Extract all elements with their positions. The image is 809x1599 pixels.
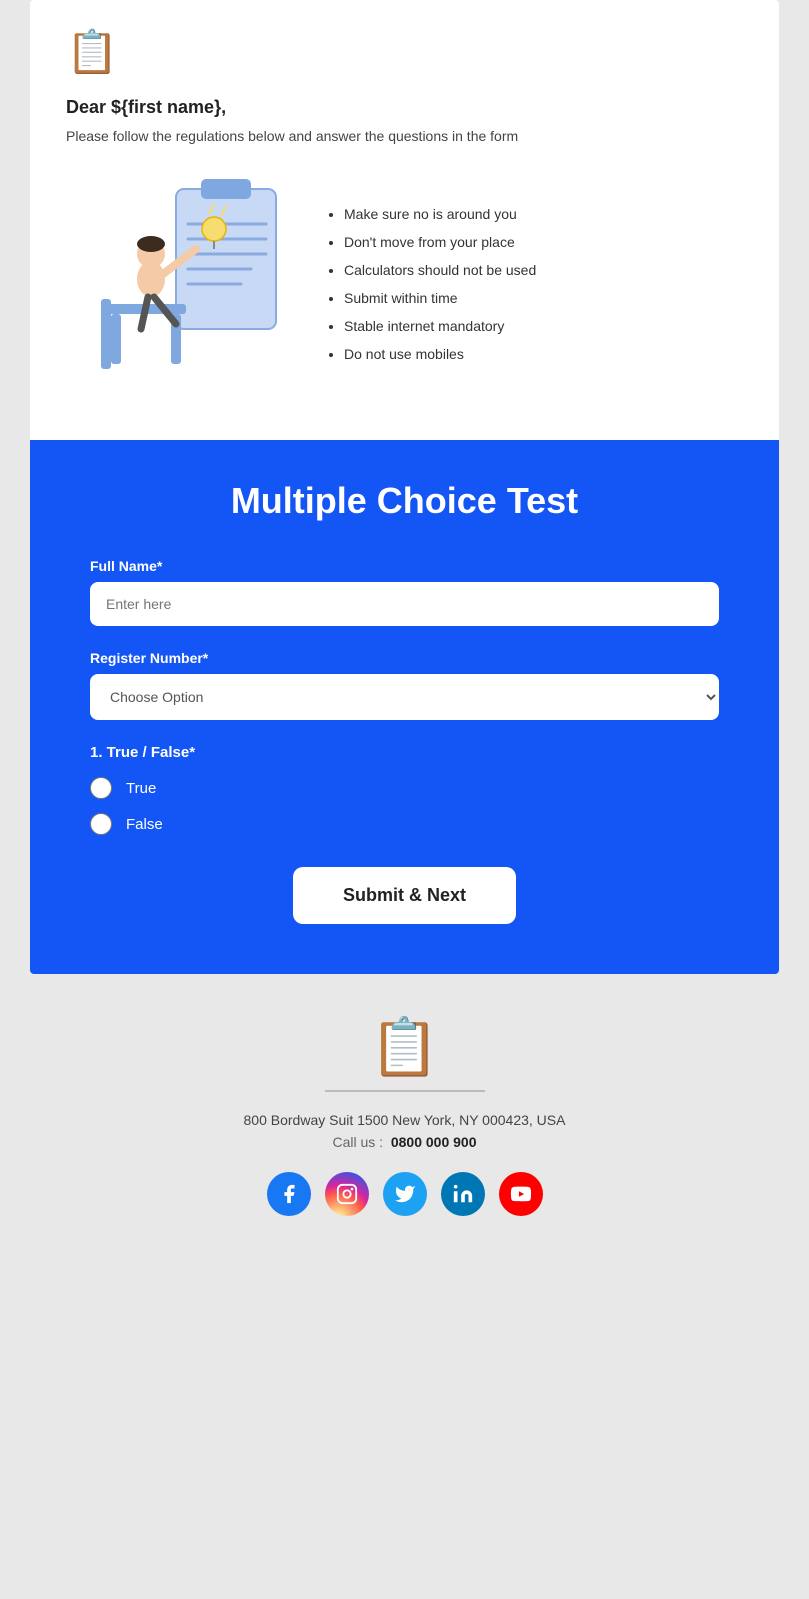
question1-label: 1. True / False* (90, 744, 719, 761)
rules-list: Make sure no is around you Don't move fr… (326, 200, 536, 368)
footer-divider (325, 1090, 485, 1092)
rule-item-5: Stable internet mandatory (344, 312, 536, 340)
rule-item-1: Make sure no is around you (344, 200, 536, 228)
footer-call-prefix: Call us : (333, 1134, 384, 1150)
rule-item-6: Do not use mobiles (344, 340, 536, 368)
footer-phone: Call us : 0800 000 900 (20, 1134, 789, 1150)
fullname-label: Full Name* (90, 558, 719, 574)
main-card: 📋 Dear ${first name}, Please follow the … (30, 0, 779, 974)
subtext: Please follow the regulations below and … (66, 128, 743, 144)
instagram-icon[interactable] (325, 1172, 369, 1216)
rule-item-2: Don't move from your place (344, 228, 536, 256)
footer-address: 800 Bordway Suit 1500 New York, NY 00042… (20, 1112, 789, 1128)
illustration (66, 174, 296, 394)
youtube-icon[interactable] (499, 1172, 543, 1216)
form-title: Multiple Choice Test (90, 480, 719, 522)
fullname-input[interactable] (90, 582, 719, 626)
register-select[interactable]: Choose Option Option 1 Option 2 (90, 674, 719, 720)
radio-true-label[interactable]: True (126, 780, 156, 797)
rule-item-3: Calculators should not be used (344, 256, 536, 284)
header-logo-icon: 📋 (66, 28, 743, 77)
greeting-text: Dear ${first name}, (66, 97, 743, 118)
social-icons-row (20, 1172, 789, 1216)
radio-true-option: True (90, 777, 719, 799)
content-row: Make sure no is around you Don't move fr… (66, 174, 743, 404)
rules-container: Make sure no is around you Don't move fr… (326, 200, 536, 368)
radio-false-label[interactable]: False (126, 816, 163, 833)
radio-false-option: False (90, 813, 719, 835)
footer-logo-icon: 📋 (20, 1014, 789, 1080)
form-section: Multiple Choice Test Full Name* Register… (30, 440, 779, 974)
register-label: Register Number* (90, 650, 719, 666)
rule-item-4: Submit within time (344, 284, 536, 312)
footer-section: 📋 800 Bordway Suit 1500 New York, NY 000… (0, 974, 809, 1246)
header-section: 📋 Dear ${first name}, Please follow the … (30, 0, 779, 440)
submit-button[interactable]: Submit & Next (293, 867, 516, 924)
linkedin-icon[interactable] (441, 1172, 485, 1216)
radio-true-input[interactable] (90, 777, 112, 799)
radio-false-input[interactable] (90, 813, 112, 835)
footer-phone-number: 0800 000 900 (391, 1134, 477, 1150)
facebook-icon[interactable] (267, 1172, 311, 1216)
twitter-icon[interactable] (383, 1172, 427, 1216)
